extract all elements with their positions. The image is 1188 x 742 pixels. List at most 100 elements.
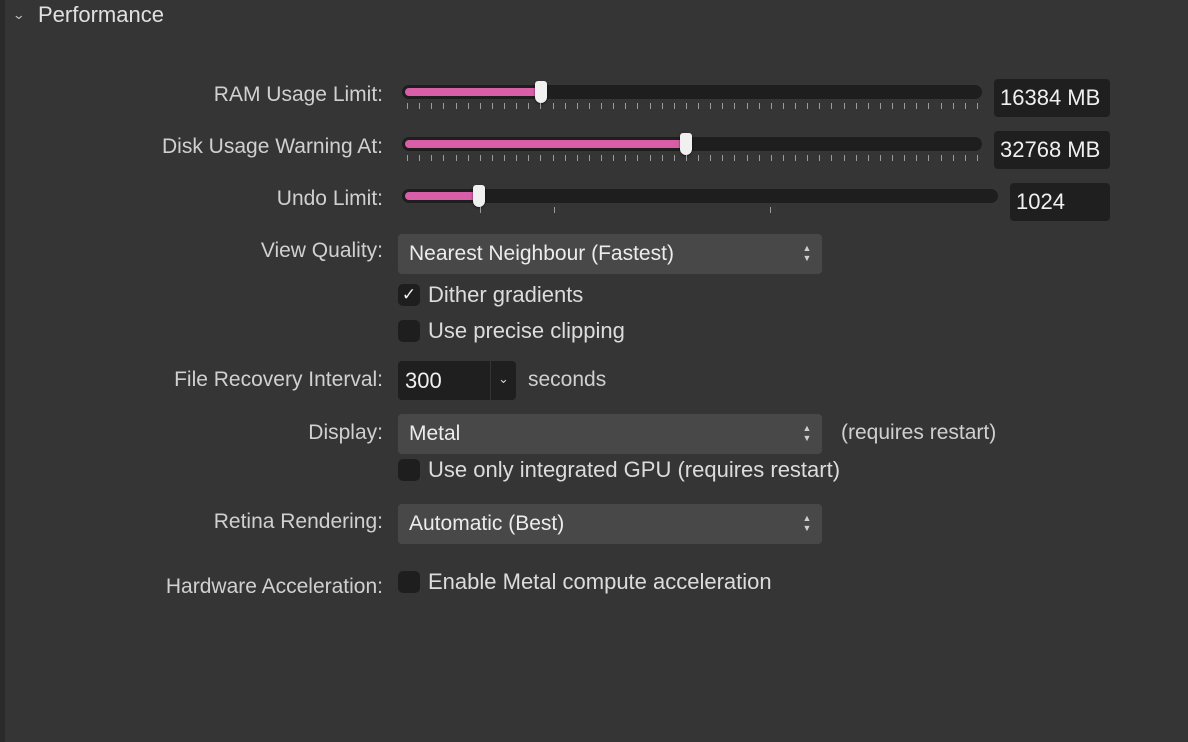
slider-tick	[516, 155, 517, 161]
slider-tick	[722, 155, 723, 161]
slider-tick	[698, 155, 699, 161]
up-down-arrows-icon: ▲ ▼	[802, 513, 812, 533]
precise-clipping-row[interactable]: Use precise clipping	[398, 318, 625, 343]
slider-tick	[904, 103, 905, 109]
slider-tick	[565, 103, 566, 109]
slider-tick	[492, 155, 493, 161]
disk-warning-slider-thumb[interactable]	[680, 133, 692, 155]
file-recovery-input[interactable]: 300	[398, 361, 490, 400]
slider-tick	[759, 155, 760, 161]
undo-limit-field[interactable]: 1024	[1010, 183, 1110, 221]
slider-tick	[540, 155, 541, 161]
hardware-acceleration-label: Hardware Acceleration:	[165, 575, 383, 598]
metal-compute-checkbox[interactable]	[398, 571, 420, 593]
chevron-down-icon[interactable]: ⌄	[491, 361, 516, 400]
slider-tick	[904, 155, 905, 161]
slider-tick	[516, 103, 517, 109]
section-title: Performance	[38, 2, 164, 27]
undo-limit-slider-thumb[interactable]	[473, 185, 485, 207]
slider-tick	[953, 155, 954, 161]
retina-rendering-select[interactable]: Automatic (Best) ▲ ▼	[398, 504, 822, 544]
ram-usage-slider[interactable]	[402, 81, 982, 103]
slider-tick	[747, 155, 748, 161]
slider-tick	[407, 103, 408, 109]
panel-left-border	[0, 0, 5, 742]
slider-tick	[601, 103, 602, 109]
view-quality-value: Nearest Neighbour (Fastest)	[409, 242, 674, 265]
slider-tick	[868, 155, 869, 161]
slider-tick	[747, 103, 748, 109]
slider-tick	[480, 103, 481, 109]
slider-tick	[577, 155, 578, 161]
slider-tick	[625, 155, 626, 161]
slider-tick	[928, 155, 929, 161]
undo-limit-label: Undo Limit:	[276, 187, 383, 210]
slider-tick	[880, 155, 881, 161]
slider-tick	[686, 155, 687, 161]
slider-tick	[662, 103, 663, 109]
ram-usage-label: RAM Usage Limit:	[213, 83, 383, 106]
slider-tick	[650, 103, 651, 109]
slider-tick	[844, 103, 845, 109]
slider-tick	[407, 155, 408, 161]
precise-clipping-checkbox[interactable]	[398, 320, 420, 342]
slider-tick	[565, 155, 566, 161]
slider-tick	[553, 155, 554, 161]
slider-tick	[419, 155, 420, 161]
undo-limit-slider-ticks	[402, 207, 998, 215]
slider-tick	[577, 103, 578, 109]
slider-tick	[783, 103, 784, 109]
slider-tick	[637, 103, 638, 109]
slider-tick	[637, 155, 638, 161]
slider-tick	[625, 103, 626, 109]
ram-usage-field[interactable]: 16384 MB	[994, 79, 1110, 117]
slider-tick	[528, 155, 529, 161]
slider-tick	[650, 155, 651, 161]
slider-tick	[941, 103, 942, 109]
slider-tick	[601, 155, 602, 161]
dither-gradients-checkbox[interactable]: ✓	[398, 284, 420, 306]
integrated-gpu-label: Use only integrated GPU (requires restar…	[428, 457, 841, 482]
display-select[interactable]: Metal ▲ ▼	[398, 414, 822, 454]
slider-tick	[419, 103, 420, 109]
slider-tick	[807, 155, 808, 161]
slider-tick	[759, 103, 760, 109]
slider-tick	[819, 103, 820, 109]
dither-gradients-label: Dither gradients	[428, 282, 584, 307]
slider-tick	[831, 155, 832, 161]
slider-tick	[928, 103, 929, 109]
slider-tick	[589, 155, 590, 161]
integrated-gpu-row[interactable]: Use only integrated GPU (requires restar…	[398, 457, 841, 482]
up-down-arrows-icon: ▲ ▼	[802, 243, 812, 263]
slider-tick	[456, 155, 457, 161]
disk-warning-slider[interactable]	[402, 133, 982, 155]
display-restart-note: (requires restart)	[841, 421, 997, 444]
slider-tick	[916, 155, 917, 161]
slider-tick	[443, 155, 444, 161]
retina-rendering-value: Automatic (Best)	[409, 512, 565, 535]
ram-usage-slider-thumb[interactable]	[535, 81, 547, 103]
file-recovery-combo[interactable]: 300 ⌄	[398, 361, 516, 400]
section-header[interactable]: ⌄ Performance	[12, 0, 164, 30]
undo-limit-slider[interactable]	[402, 185, 998, 207]
integrated-gpu-checkbox[interactable]	[398, 459, 420, 481]
metal-compute-row[interactable]: Enable Metal compute acceleration	[398, 569, 772, 594]
disk-warning-field[interactable]: 32768 MB	[994, 131, 1110, 169]
slider-tick	[492, 103, 493, 109]
slider-tick	[880, 103, 881, 109]
dither-gradients-row[interactable]: ✓ Dither gradients	[398, 282, 584, 307]
undo-limit-slider-fill	[405, 192, 479, 200]
slider-tick	[674, 155, 675, 161]
chevron-down-icon[interactable]: ⌄	[12, 7, 34, 23]
slider-tick	[977, 155, 978, 161]
slider-tick	[443, 103, 444, 109]
view-quality-label: View Quality:	[260, 239, 383, 262]
retina-rendering-label: Retina Rendering:	[213, 510, 383, 533]
slider-tick	[783, 155, 784, 161]
slider-tick	[941, 155, 942, 161]
disk-warning-label: Disk Usage Warning At:	[162, 135, 383, 158]
view-quality-select[interactable]: Nearest Neighbour (Fastest) ▲ ▼	[398, 234, 822, 274]
slider-tick	[710, 155, 711, 161]
ram-usage-slider-ticks	[407, 103, 978, 111]
file-recovery-label: File Recovery Interval:	[174, 368, 383, 391]
